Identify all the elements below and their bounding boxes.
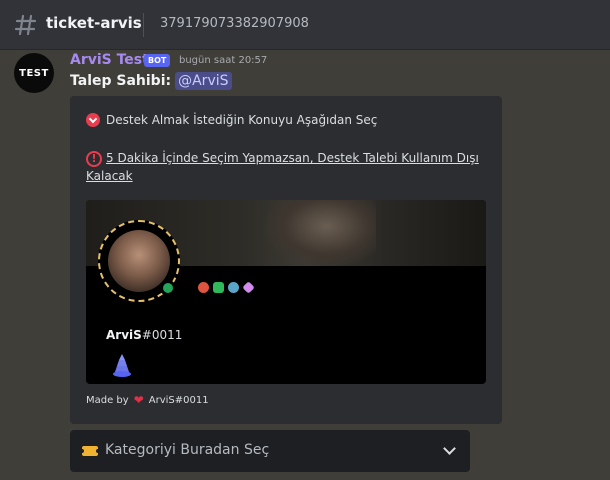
red-down-arrow-icon	[86, 113, 100, 127]
chevron-down-icon[interactable]	[443, 442, 456, 455]
purple-badge-icon	[242, 281, 255, 294]
embed-instruction-text: Destek Almak İstediğin Konuyu Aşağıdan S…	[106, 113, 378, 127]
profile-username: ArviS	[106, 328, 142, 342]
red-badge-icon	[198, 282, 209, 293]
embed-warning: ! 5 Dakika İçinde Seçim Yapmazsan, Destek…	[86, 149, 486, 185]
blue-badge-icon	[228, 282, 239, 293]
online-status-icon	[160, 280, 176, 296]
bot-avatar[interactable]: TEST	[14, 53, 54, 93]
embed-footer: Made by ❤ ArviS#0011	[86, 393, 209, 407]
owner-label: Talep Sahibi:	[70, 73, 172, 89]
channel-header: ticket-arvis 379179073382907908	[0, 0, 610, 50]
ticket-icon	[80, 446, 100, 456]
heart-icon: ❤	[133, 393, 144, 407]
profile-banner-photo	[266, 200, 376, 266]
bot-username[interactable]: ArviS Test	[70, 52, 149, 68]
profile-card-image[interactable]: ArviS#0011	[86, 200, 486, 384]
owner-mention[interactable]: @ArviS	[175, 72, 232, 90]
category-select-menu[interactable]: Kategoriyi Buradan Seç	[70, 430, 470, 472]
channel-name: ticket-arvis	[46, 14, 142, 32]
profile-discriminator: #0011	[141, 328, 183, 342]
footer-author: ArviS#0011	[148, 394, 209, 406]
footer-prefix: Made by	[86, 394, 129, 406]
green-badge-icon	[213, 282, 224, 293]
exclamation-icon: !	[86, 150, 102, 167]
message-timestamp: bugün saat 20:57	[179, 55, 268, 66]
message-embed: Destek Almak İstediğin Konuyu Aşağıdan S…	[70, 96, 502, 424]
header-divider	[143, 13, 144, 37]
select-placeholder: Kategoriyi Buradan Seç	[105, 442, 270, 458]
bot-badge: BOT	[144, 54, 171, 67]
profile-name: ArviS#0011	[106, 328, 182, 342]
ticket-owner-line: Talep Sahibi: @ArviS	[70, 72, 232, 90]
cake-icon	[113, 354, 131, 377]
channel-topic[interactable]: 379179073382907908	[160, 16, 309, 31]
hash-icon	[14, 14, 37, 36]
embed-warning-text: 5 Dakika İçinde Seçim Yapmazsan, Destek …	[86, 151, 479, 183]
embed-instruction: Destek Almak İstediğin Konuyu Aşağıdan S…	[86, 113, 377, 127]
profile-badges	[198, 281, 255, 294]
